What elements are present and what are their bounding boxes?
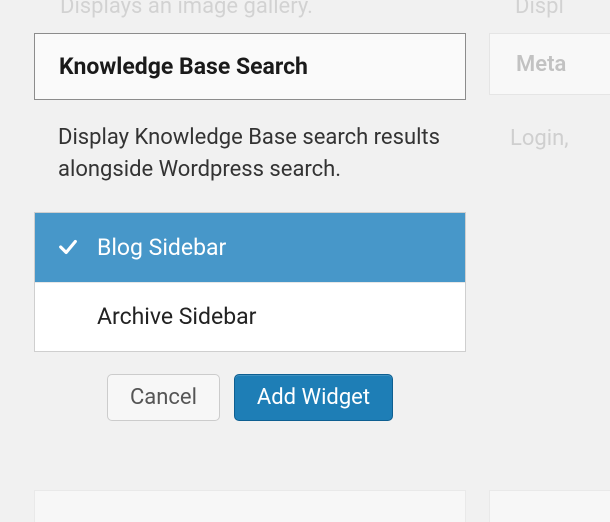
ghost-widget-desc-meta: Login, <box>510 126 569 151</box>
ghost-widget-card-bottom-left <box>34 490 466 522</box>
widget-description: Display Knowledge Base search results al… <box>58 122 461 186</box>
ghost-widget-title-meta: Meta <box>516 52 566 77</box>
sidebar-option-label: Archive Sidebar <box>97 303 256 330</box>
ghost-widget-desc-left: Displays an image gallery. <box>60 0 313 19</box>
cancel-button[interactable]: Cancel <box>107 374 220 421</box>
ghost-widget-desc-right: Displ <box>515 0 564 19</box>
sidebar-option-archive[interactable]: Archive Sidebar <box>35 282 465 351</box>
add-widget-button[interactable]: Add Widget <box>234 374 393 421</box>
widget-title: Knowledge Base Search <box>59 53 441 80</box>
sidebar-option-blog[interactable]: Blog Sidebar <box>35 213 465 282</box>
widget-card[interactable]: Knowledge Base Search <box>34 33 466 100</box>
checkmark-icon <box>57 236 79 258</box>
button-row: Cancel Add Widget <box>34 374 466 421</box>
sidebar-target-list: Blog Sidebar Archive Sidebar <box>34 212 466 352</box>
ghost-widget-card-meta: Meta <box>489 33 610 95</box>
ghost-widget-card-bottom-right <box>489 490 610 522</box>
sidebar-option-label: Blog Sidebar <box>97 234 226 261</box>
